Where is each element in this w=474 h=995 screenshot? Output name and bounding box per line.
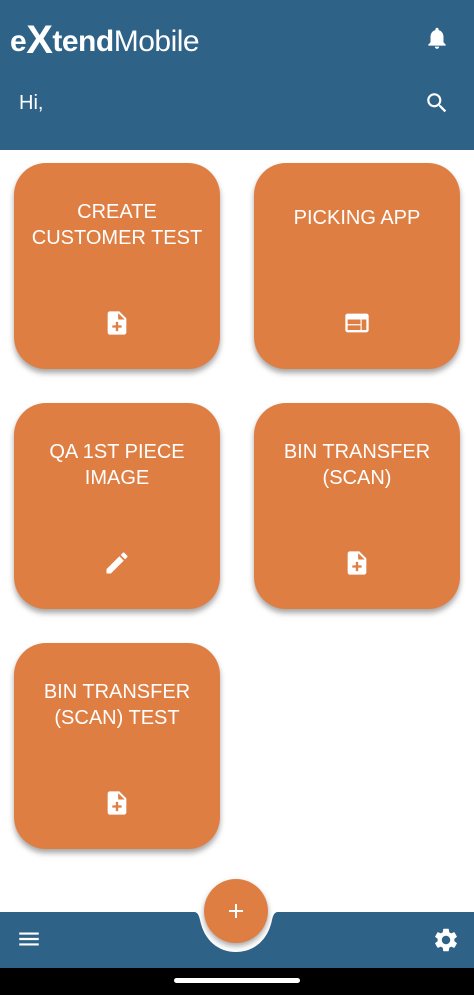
logo-part-tend: tend bbox=[52, 25, 114, 58]
web-window-icon bbox=[345, 313, 369, 333]
logo-part-mobile: Mobile bbox=[113, 25, 200, 58]
tile-bin-transfer-scan-test[interactable]: BIN TRANSFER (SCAN) TEST bbox=[14, 643, 220, 849]
file-add-icon bbox=[347, 551, 367, 575]
tile-label: BIN TRANSFER (SCAN) bbox=[283, 441, 431, 489]
tile-qa-1st-piece-image[interactable]: QA 1ST PIECE IMAGE bbox=[14, 403, 220, 609]
app-logo: eXtendMobile bbox=[10, 18, 200, 62]
file-add-icon bbox=[107, 791, 127, 815]
bell-icon[interactable] bbox=[424, 25, 450, 51]
greeting-text: Hi, bbox=[19, 92, 44, 114]
gear-icon[interactable] bbox=[432, 926, 460, 954]
search-icon[interactable] bbox=[424, 90, 450, 116]
tile-label: PICKING APP bbox=[293, 207, 421, 229]
file-add-icon bbox=[107, 311, 127, 335]
tile-label: QA 1ST PIECE IMAGE bbox=[49, 441, 185, 489]
hamburger-menu-icon[interactable] bbox=[16, 926, 42, 952]
logo-part-x: X bbox=[26, 18, 53, 62]
home-indicator[interactable] bbox=[174, 978, 300, 983]
pencil-icon bbox=[106, 552, 128, 574]
tile-label: CREATE CUSTOMER TEST bbox=[31, 201, 203, 249]
app-header: eXtendMobile Hi, bbox=[0, 0, 474, 150]
logo-part-e: e bbox=[10, 25, 27, 58]
tile-bin-transfer-scan[interactable]: BIN TRANSFER (SCAN) bbox=[254, 403, 460, 609]
add-fab-button[interactable] bbox=[204, 879, 268, 943]
tile-label: BIN TRANSFER (SCAN) TEST bbox=[43, 681, 191, 729]
tile-create-customer-test[interactable]: CREATE CUSTOMER TEST bbox=[14, 163, 220, 369]
tile-picking-app[interactable]: PICKING APP bbox=[254, 163, 460, 369]
plus-icon bbox=[229, 904, 243, 918]
